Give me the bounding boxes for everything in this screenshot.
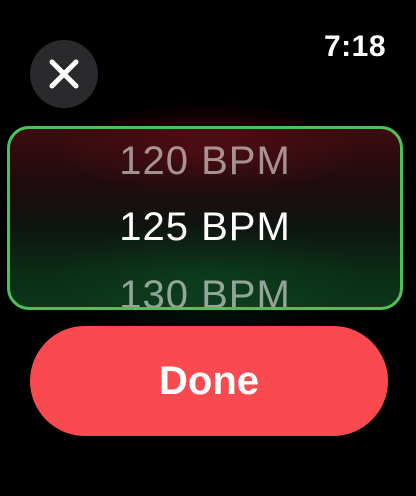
watch-screen: 7:18 120 BPM 125 BPM 130 BPM Done: [0, 0, 416, 496]
done-button[interactable]: Done: [30, 326, 388, 436]
close-button[interactable]: [30, 40, 98, 108]
clock-time: 7:18: [323, 30, 386, 63]
picker-option-previous[interactable]: 120 BPM: [10, 137, 400, 185]
bpm-picker[interactable]: 120 BPM 125 BPM 130 BPM: [7, 126, 403, 310]
picker-option-selected[interactable]: 125 BPM: [10, 203, 400, 251]
picker-option-next[interactable]: 130 BPM: [10, 271, 400, 307]
close-icon: [49, 59, 79, 89]
